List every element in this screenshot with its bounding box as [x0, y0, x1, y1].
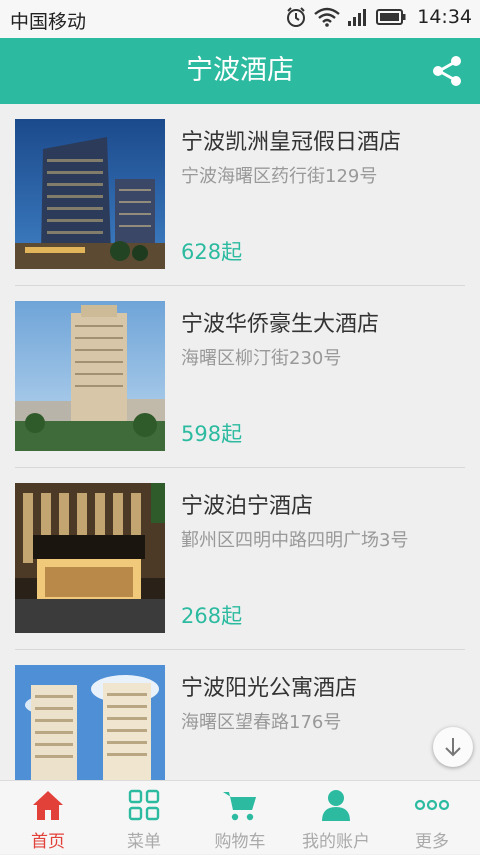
hotel-list-item[interactable]: 宁波华侨豪生大酒店 海曙区柳汀街230号 598起 — [0, 286, 480, 468]
hotel-price: 268起 — [181, 604, 243, 628]
scroll-down-button[interactable] — [433, 727, 473, 767]
nav-label: 购物车 — [214, 832, 266, 852]
hotel-address: 海曙区柳汀街230号 — [181, 348, 342, 369]
nav-home[interactable]: 首页 — [0, 781, 96, 855]
status-bar: 中国移动 14:34 — [0, 0, 480, 38]
hotel-list-item[interactable]: 宁波泊宁酒店 鄞州区四明中路四明广场3号 268起 — [0, 468, 480, 650]
hotel-name: 宁波阳光公寓酒店 — [181, 676, 358, 701]
hotel-list-item[interactable]: 宁波阳光公寓酒店 海曙区望春路176号 — [0, 650, 480, 780]
hotel-list-item[interactable]: 宁波凯洲皇冠假日酒店 宁波海曙区药行街129号 628起 — [0, 104, 480, 286]
hotel-name: 宁波华侨豪生大酒店 — [181, 312, 380, 337]
hotel-photo — [15, 483, 165, 633]
hotel-address: 宁波海曙区药行街129号 — [181, 166, 378, 187]
share-button[interactable] — [430, 54, 464, 88]
hotel-photo — [15, 301, 165, 451]
share-icon — [433, 56, 461, 86]
battery-icon — [376, 9, 406, 25]
nav-more[interactable]: 更多 — [384, 781, 480, 855]
status-time: 14:34 — [417, 6, 472, 28]
header-bar: 宁波酒店 — [0, 38, 480, 104]
wifi-icon — [314, 7, 341, 27]
cart-icon — [223, 792, 256, 821]
more-icon — [414, 799, 450, 811]
hotel-address: 鄞州区四明中路四明广场3号 — [181, 530, 409, 551]
hotel-address: 海曙区望春路176号 — [181, 712, 342, 733]
arrow-down-icon — [445, 738, 461, 757]
hotel-name: 宁波凯洲皇冠假日酒店 — [181, 130, 402, 155]
account-icon — [322, 790, 350, 821]
hotel-list[interactable]: 宁波凯洲皇冠假日酒店 宁波海曙区药行街129号 628起 宁波华侨豪生大酒店 海… — [0, 104, 480, 780]
menu-grid-icon — [128, 789, 160, 821]
signal-icon — [348, 9, 367, 26]
hotel-name: 宁波泊宁酒店 — [181, 494, 314, 519]
nav-label: 我的账户 — [302, 832, 370, 852]
nav-account[interactable]: 我的账户 — [288, 781, 384, 855]
nav-label: 首页 — [31, 832, 65, 852]
nav-menu[interactable]: 菜单 — [96, 781, 192, 855]
home-icon — [33, 791, 63, 820]
page-title: 宁波酒店 — [186, 55, 294, 86]
nav-cart[interactable]: 购物车 — [192, 781, 288, 855]
carrier-name: 中国移动 — [10, 11, 87, 33]
hotel-photo — [15, 665, 165, 780]
bottom-nav: 首页 菜单 购物车 我的账户 更多 — [0, 780, 480, 854]
status-icons: 14:34 — [285, 6, 472, 28]
nav-label: 菜单 — [127, 832, 161, 852]
hotel-price: 598起 — [181, 422, 243, 446]
nav-label: 更多 — [415, 832, 449, 852]
alarm-icon — [287, 7, 306, 27]
hotel-price: 628起 — [181, 240, 243, 264]
hotel-photo — [15, 119, 165, 269]
